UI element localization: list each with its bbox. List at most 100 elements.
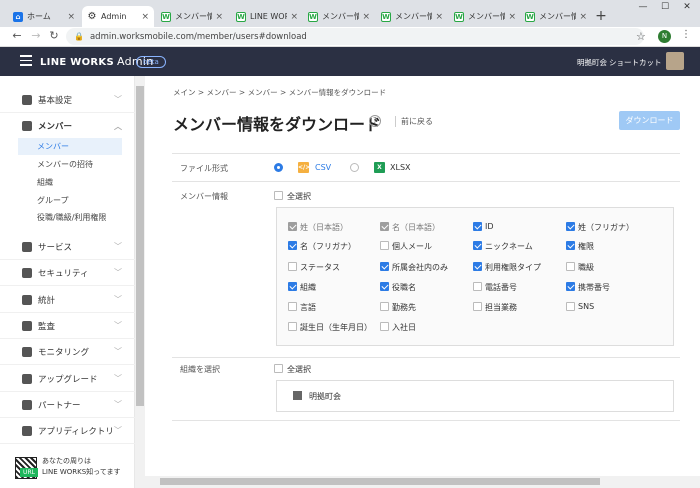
sidebar-item-app-directory[interactable]: アプリディレクトリ ﹀ [0,418,135,444]
new-tab-button[interactable]: + [593,8,609,24]
hamburger-menu-icon[interactable] [20,55,32,66]
sidebar-item-audit[interactable]: 監査 ﹀ [0,313,135,339]
field-label[interactable]: ID [485,222,494,231]
close-tab-icon[interactable]: × [579,12,587,22]
field-checkbox[interactable] [380,322,389,331]
field-checkbox[interactable] [288,282,297,291]
sidebar-subitem[interactable]: メンバーの招待 [18,156,122,173]
sidebar-item-settings[interactable]: 基本設定 ﹀ [0,87,135,113]
close-tab-icon[interactable]: × [290,12,298,22]
field-checkbox[interactable] [288,241,297,250]
browser-tab[interactable]: W メンバー情報× [156,6,228,27]
field-checkbox[interactable] [380,282,389,291]
csv-radio[interactable] [274,163,283,172]
field-checkbox[interactable] [288,262,297,271]
browser-tab[interactable]: W メンバー情報× [520,6,592,27]
field-checkbox[interactable] [566,241,575,250]
select-all-label[interactable]: 全選択 [287,191,311,202]
sidebar-item-partner[interactable]: パートナー ﹀ [0,392,135,418]
browser-tab[interactable]: W メンバー情報× [376,6,448,27]
promo-text[interactable]: あなたの周りは LINE WORKS知ってます [42,456,134,478]
org-select-all-checkbox[interactable] [274,364,283,373]
close-tab-icon[interactable]: × [215,12,223,22]
sidebar-item-security[interactable]: セキュリティ ﹀ [0,260,135,286]
org-tree-item[interactable]: 明拠町会 [309,391,341,402]
field-label[interactable]: 誕生日（生年月日） [300,322,372,333]
shortcut-menu[interactable]: ショートカット [609,57,662,68]
field-label[interactable]: SNS [578,302,594,311]
field-label[interactable]: 権限 [578,241,594,252]
field-checkbox[interactable] [380,302,389,311]
close-tab-icon[interactable]: × [141,12,149,22]
horizontal-scrollbar[interactable] [160,478,600,485]
close-tab-icon[interactable]: × [435,12,443,22]
profile-avatar[interactable]: N [658,30,671,43]
field-label[interactable]: 姓（フリガナ） [578,222,634,233]
field-label[interactable]: 所属会社内のみ [392,262,448,273]
user-avatar[interactable] [666,52,684,70]
sidebar-item-stats[interactable]: 統計 ﹀ [0,287,135,313]
sidebar-subitem[interactable]: グループ [18,192,122,209]
browser-tab[interactable]: ⚙ Admin × [82,6,154,27]
select-all-checkbox[interactable] [274,191,283,200]
sidebar-scrollbar[interactable] [136,86,144,406]
reload-icon[interactable]: ↻ [47,29,61,43]
field-label[interactable]: 姓（日本語） [300,222,348,233]
browser-tab[interactable]: ⌂ ホーム × [8,6,80,27]
field-label[interactable]: 勤務先 [392,302,416,313]
field-label[interactable]: 利用権限タイプ [485,262,541,273]
xlsx-label[interactable]: XLSX [390,163,411,172]
field-checkbox[interactable] [288,302,297,311]
field-checkbox[interactable] [288,222,297,231]
field-checkbox[interactable] [473,302,482,311]
field-label[interactable]: 入社日 [392,322,416,333]
sidebar-item-monitoring[interactable]: モニタリング ﹀ [0,339,135,365]
field-checkbox[interactable] [566,222,575,231]
close-tab-icon[interactable]: × [67,12,75,22]
close-tab-icon[interactable]: × [508,12,516,22]
minimize-button[interactable]: — [632,0,654,14]
field-checkbox[interactable] [473,262,482,271]
field-checkbox[interactable] [380,241,389,250]
back-arrow-icon[interactable]: ← [10,29,24,43]
field-label[interactable]: 個人メール [392,241,432,252]
sidebar-subitem[interactable]: 組織 [18,174,122,191]
org-name-header[interactable]: 明拠町会 [577,57,607,68]
help-icon[interactable]: ? [369,115,381,127]
browser-tab[interactable]: W メンバー情報× [449,6,521,27]
csv-label[interactable]: CSV [315,163,331,172]
field-checkbox[interactable] [473,241,482,250]
field-checkbox[interactable] [380,262,389,271]
sidebar-subitem[interactable]: 役職/職級/利用権限 [18,209,122,226]
browser-menu-icon[interactable]: ⋮ [681,29,691,40]
field-checkbox[interactable] [473,282,482,291]
field-label[interactable]: 役職名 [392,282,416,293]
field-checkbox[interactable] [566,262,575,271]
bookmark-star-icon[interactable]: ☆ [636,30,646,43]
forward-arrow-icon[interactable]: → [29,29,43,43]
field-checkbox[interactable] [473,222,482,231]
sidebar-subitem[interactable]: メンバー [18,138,122,155]
field-label[interactable]: 言語 [300,302,316,313]
field-label[interactable]: ニックネーム [485,241,533,252]
field-label[interactable]: ステータス [300,262,340,273]
field-label[interactable]: 名（フリガナ） [300,241,356,252]
xlsx-radio[interactable] [350,163,359,172]
org-select-all-label[interactable]: 全選択 [287,364,311,375]
field-label[interactable]: 担当業務 [485,302,517,313]
sidebar-item-services[interactable]: サービス ﹀ [0,234,135,260]
field-label[interactable]: 組織 [300,282,316,293]
field-checkbox[interactable] [566,282,575,291]
sidebar-item-members[interactable]: メンバー ︿ [0,113,135,139]
close-tab-icon[interactable]: × [362,12,370,22]
download-button[interactable]: ダウンロード [619,111,680,130]
field-checkbox[interactable] [566,302,575,311]
back-link[interactable]: 前に戻る [395,116,433,127]
browser-tab[interactable]: W メンバー情報× [303,6,375,27]
browser-tab[interactable]: W LINE WORKS× [231,6,303,27]
url-input[interactable]: 🔒 admin.worksmobile.com/member/users#dow… [66,28,644,45]
field-label[interactable]: 名（日本語） [392,222,440,233]
close-window-button[interactable]: ✕ [676,0,698,14]
field-checkbox[interactable] [288,322,297,331]
maximize-button[interactable]: ☐ [654,0,676,14]
